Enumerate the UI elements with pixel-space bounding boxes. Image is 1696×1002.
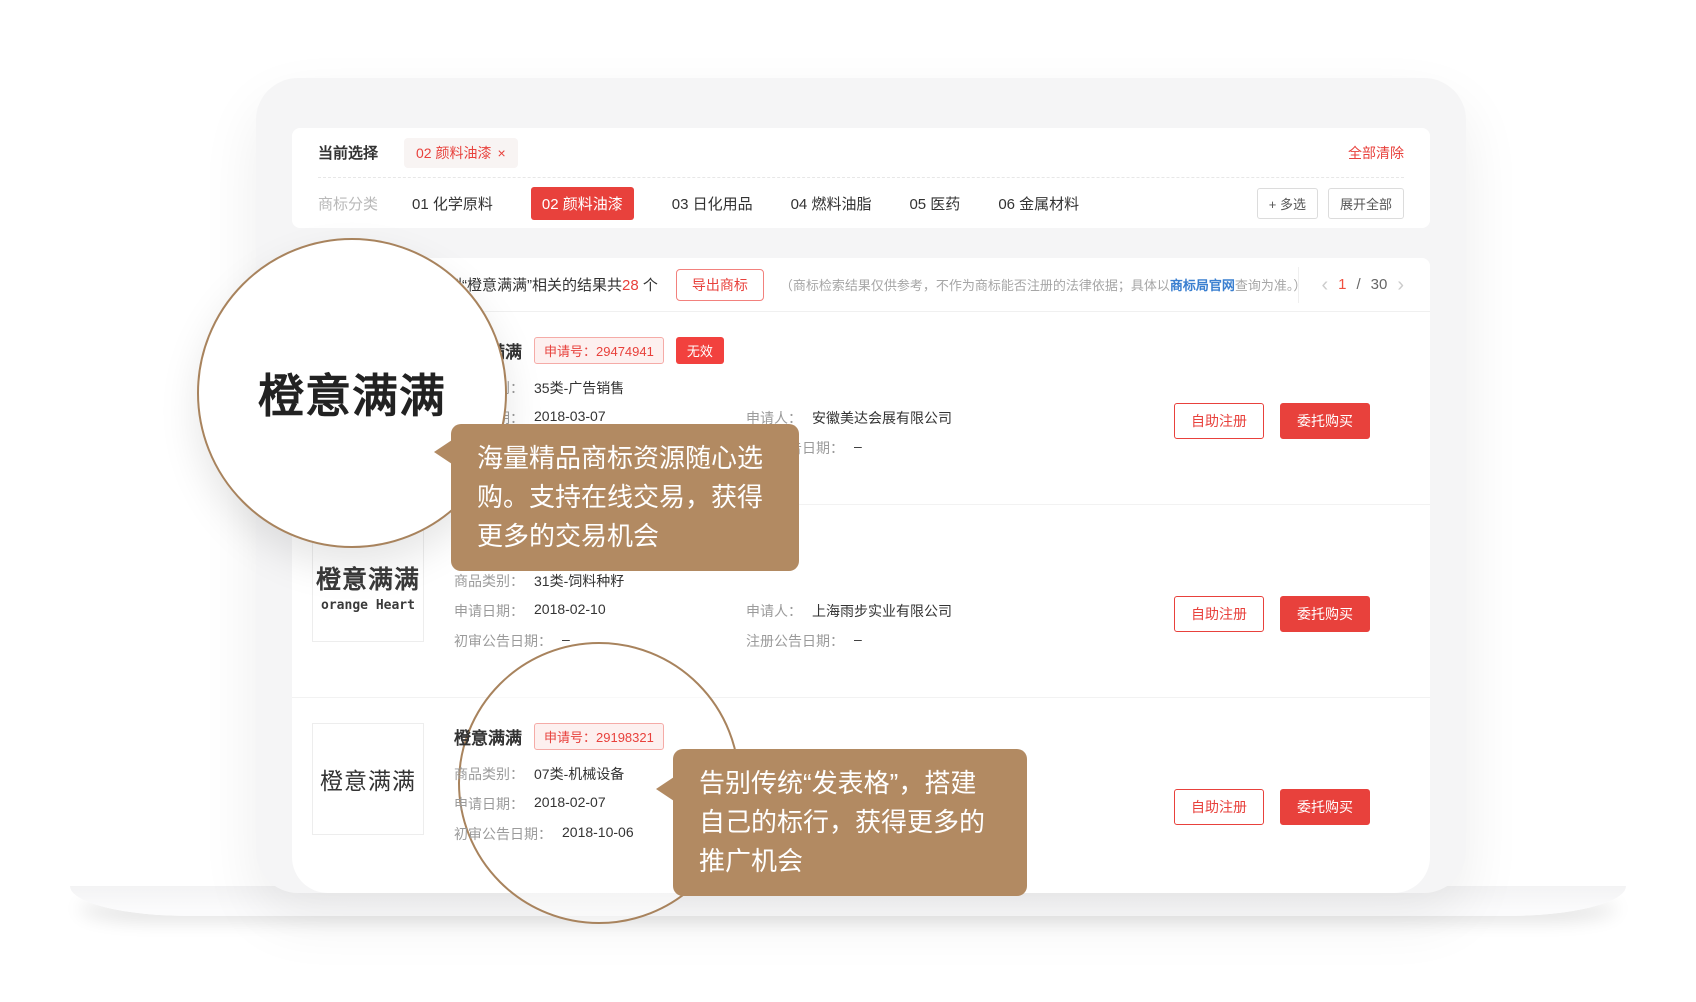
field-value: 35类-广告销售 [534,378,624,398]
category-tab-03[interactable]: 03 日化用品 [672,193,753,214]
selected-filter-chip[interactable]: 02 颜料油漆 × [404,138,518,168]
clear-all-button[interactable]: 全部清除 [1348,143,1404,163]
category-actions: + 多选 展开全部 [1257,188,1404,219]
category-tab-04[interactable]: 04 燃料油脂 [791,193,872,214]
magnified-trademark-text: 橙意满满 [258,360,446,426]
category-tab-02[interactable]: 02 颜料油漆 [531,187,634,220]
category-tab-05[interactable]: 05 医药 [909,193,960,214]
field-label: 商品类别： [454,764,524,784]
trademark-image-text: 橙意满满 [316,560,420,596]
results-disclaimer: （商标检索结果仅供参考，不作为商标能否注册的法律依据；具体以商标局官网查询为准。… [780,275,1299,294]
next-page-icon[interactable]: › [1397,275,1404,295]
trademark-name-line: 橙意满满 申请号：29198321 [454,723,746,750]
field-value: 安徽美达会展有限公司 [812,408,952,428]
current-page: 1 [1338,276,1346,293]
field-value: – [854,631,862,651]
trademark-image-text: 橙意满满 [320,762,416,796]
trademark-image-subtext: orange Heart [321,598,415,613]
total-pages: 30 [1371,276,1388,293]
self-register-button[interactable]: 自助注册 [1174,789,1264,825]
field-value: 31类-饲料种籽 [534,571,624,591]
field-value: 2018-02-07 [534,794,606,814]
self-register-button[interactable]: 自助注册 [1174,596,1264,632]
category-tab-06[interactable]: 06 金属材料 [998,193,1079,214]
multi-select-button[interactable]: + 多选 [1257,188,1318,219]
field-label: 商品类别： [454,571,524,591]
field-label: 申请人： [746,601,802,621]
chip-close-icon[interactable]: × [497,145,505,161]
self-register-button[interactable]: 自助注册 [1174,403,1264,439]
tooltip-marketplace: 海量精品商标资源随心选购。支持在线交易，获得更多的交易机会 [451,424,799,571]
field-label: 初审公告日期： [454,631,552,651]
category-tab-01[interactable]: 01 化学原料 [412,193,493,214]
field-value: – [854,438,862,458]
trademark-image[interactable]: 橙意满满 [312,723,424,835]
category-row: 商标分类 01 化学原料 02 颜料油漆 03 日化用品 04 燃料油脂 05 医药 06… [318,178,1404,228]
field-value: 2018-02-10 [534,601,606,621]
detail-line: 申请日期： 2018-02-10 申请人： 上海雨步实业有限公司 [454,601,952,621]
entrust-purchase-button[interactable]: 委托购买 [1280,596,1370,632]
application-number-badge: 申请号：29198321 [534,723,664,750]
field-value: – [562,631,570,651]
trademark-name-line: 橙意满满 申请号：29474941 无效 [454,337,952,364]
row-actions: 自助注册 委托购买 [1174,596,1370,632]
results-count: 28 [622,277,639,294]
filter-panel: 当前选择 02 颜料油漆 × 全部清除 商标分类 01 化学原料 02 颜料油漆 03… [292,128,1430,228]
expand-all-button[interactable]: 展开全部 [1328,188,1404,219]
trademark-detail-lines: 商品类别： 31类-饲料种籽申请日期： 2018-02-10 申请人： 上海雨步实业有限… [454,571,952,651]
entrust-purchase-button[interactable]: 委托购买 [1280,789,1370,825]
current-selection-row: 当前选择 02 颜料油漆 × 全部清除 [318,128,1404,178]
export-trademarks-button[interactable]: 导出商标 [676,269,764,301]
page-separator: / [1356,276,1360,293]
row-actions: 自助注册 委托购买 [1174,403,1370,439]
status-badge: 无效 [676,337,724,364]
tooltip-promotion: 告别传统“发表格”，搭建自己的标行，获得更多的推广机会 [673,749,1027,896]
pagination: ‹ 1 / 30 › [1298,267,1404,303]
field-label: 申请日期： [454,794,524,814]
trademark-office-link[interactable]: 商标局官网 [1170,278,1235,293]
selected-filter-chip-label: 02 颜料油漆 [416,145,491,161]
current-selection-label: 当前选择 [318,142,378,163]
detail-line: 商品类别： 31类-饲料种籽 [454,571,952,591]
detail-line: 初审公告日期：–注册公告日期：– [454,631,952,651]
row-actions: 自助注册 委托购买 [1174,789,1370,825]
field-value: 07类-机械设备 [534,764,624,784]
category-label: 商标分类 [318,193,378,214]
field-value: 上海雨步实业有限公司 [812,601,952,621]
detail-line: 商品类别：35类-广告销售 [454,378,952,398]
application-number-badge: 申请号：29474941 [534,337,664,364]
trademark-name[interactable]: 橙意满满 [454,724,522,749]
field-label: 初审公告日期： [454,824,552,844]
category-tabs: 01 化学原料 02 颜料油漆 03 日化用品 04 燃料油脂 05 医药 06 金属材料 [412,187,1079,220]
field-label: 申请日期： [454,601,524,621]
entrust-purchase-button[interactable]: 委托购买 [1280,403,1370,439]
field-label: 注册公告日期： [746,631,844,651]
prev-page-icon[interactable]: ‹ [1321,275,1328,295]
field-value: 2018-10-06 [562,824,634,844]
